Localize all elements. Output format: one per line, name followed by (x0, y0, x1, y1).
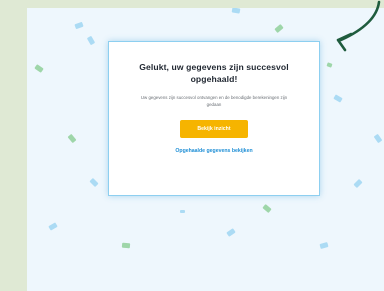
success-card: Gelukt, uw gegevens zijn succesvol opgeh… (108, 41, 320, 196)
view-retrieved-data-link[interactable]: Opgehaalde gegevens bekijken (109, 148, 319, 154)
confetti-piece (319, 242, 329, 249)
view-insight-button[interactable]: Bekijk inzicht (180, 120, 248, 138)
confetti-piece (231, 8, 241, 14)
confetti-piece (67, 133, 77, 144)
confetti-piece (333, 94, 343, 103)
confetti-piece (121, 242, 131, 249)
confetti-piece (262, 204, 272, 213)
confetti-piece (353, 178, 363, 189)
confetti-piece (226, 228, 236, 237)
success-description: Uw gegevens zijn succesvol ontvangen en … (140, 95, 288, 107)
confetti-piece (274, 24, 284, 33)
confetti-piece (89, 177, 99, 188)
confetti-piece (180, 210, 185, 213)
confetti-piece (86, 35, 96, 46)
confetti-piece (373, 133, 383, 144)
confetti-piece (48, 222, 58, 231)
success-page: Gelukt, uw gegevens zijn succesvol opgeh… (27, 8, 384, 291)
success-title: Gelukt, uw gegevens zijn succesvol opgeh… (139, 62, 289, 84)
confetti-piece (74, 21, 84, 30)
confetti-piece (34, 64, 44, 73)
curved-arrow-icon (336, 0, 381, 52)
confetti-piece (326, 62, 333, 68)
